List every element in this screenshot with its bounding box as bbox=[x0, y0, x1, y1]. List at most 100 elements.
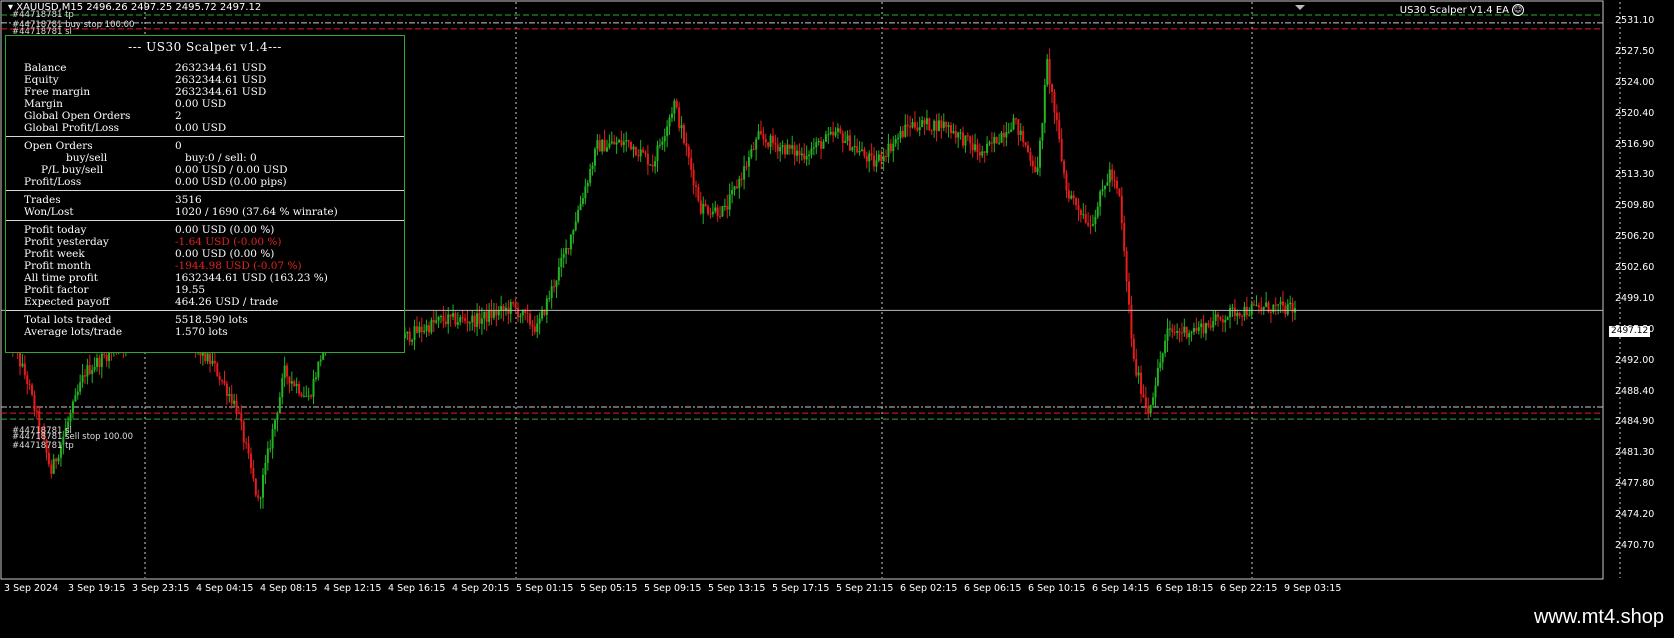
time-axis-label: 5 Sep 09:15 bbox=[644, 583, 702, 594]
order-label-upper-tp[interactable]: #44718781 tp bbox=[12, 10, 74, 20]
candle-body bbox=[1173, 331, 1176, 333]
panel-label: Profit yesterday bbox=[24, 236, 109, 248]
candle-body bbox=[274, 420, 277, 430]
candle-body bbox=[853, 146, 856, 148]
candle-body bbox=[71, 401, 74, 413]
candle-body bbox=[225, 383, 228, 396]
candle-body bbox=[76, 391, 79, 396]
candle-body bbox=[1245, 306, 1248, 316]
candle-body bbox=[755, 139, 758, 150]
candle-body bbox=[723, 205, 726, 207]
candle-body bbox=[841, 132, 844, 143]
candle-body bbox=[844, 140, 847, 143]
price-axis-label: 2520.40 bbox=[1615, 107, 1655, 119]
panel-row: All time profit 1632344.61 USD (163.23 %) bbox=[6, 272, 404, 284]
candle-body bbox=[1017, 119, 1020, 135]
candle-body bbox=[995, 136, 998, 144]
candle-body bbox=[440, 316, 443, 318]
smiley-icon[interactable]: ☺ bbox=[1512, 4, 1524, 16]
candle-body bbox=[579, 203, 582, 211]
panel-row: Total lots traded 5518.590 lots bbox=[6, 314, 404, 326]
panel-value: buy:0 / sell: 0 bbox=[185, 152, 257, 164]
candle-body bbox=[767, 142, 770, 147]
candle-body bbox=[1185, 326, 1188, 338]
candle-body bbox=[454, 313, 457, 325]
candle-body bbox=[1152, 397, 1155, 405]
panel-value: 3516 bbox=[175, 194, 202, 206]
candle-body bbox=[892, 143, 895, 152]
panel-row: buy/sell buy:0 / sell: 0 bbox=[6, 152, 404, 164]
candle-body bbox=[800, 153, 803, 156]
candle-body bbox=[509, 302, 512, 314]
candle-body bbox=[781, 145, 784, 148]
price-axis-label: 2506.20 bbox=[1615, 231, 1655, 243]
watermark-brand: www.mt4.shop bbox=[1533, 606, 1664, 628]
candle-body bbox=[969, 136, 972, 144]
candle-body bbox=[74, 395, 77, 402]
panel-row: Trades 3516 bbox=[6, 194, 404, 206]
candle-body bbox=[1202, 323, 1205, 334]
time-axis-label: 4 Sep 16:15 bbox=[388, 583, 446, 594]
panel-row: Profit yesterday -1.64 USD (-0.00 %) bbox=[6, 236, 404, 248]
candle-body bbox=[93, 366, 96, 370]
candle-body bbox=[1132, 338, 1135, 360]
candle-body bbox=[536, 323, 539, 332]
candle-body bbox=[1154, 385, 1157, 398]
candle-body bbox=[1010, 129, 1013, 132]
time-axis-label: 6 Sep 22:15 bbox=[1220, 583, 1278, 594]
candle-body bbox=[514, 303, 517, 309]
candle-body bbox=[1094, 216, 1097, 225]
candle-body bbox=[695, 185, 698, 188]
panel-row: Profit week 0.00 USD (0.00 %) bbox=[6, 248, 404, 260]
candle-body bbox=[615, 142, 618, 145]
candle-body bbox=[1063, 160, 1066, 174]
panel-value: 2632344.61 USD bbox=[175, 86, 267, 98]
candle-body bbox=[271, 429, 274, 449]
candle-body bbox=[1065, 173, 1068, 191]
candle-body bbox=[278, 397, 281, 414]
candle-body bbox=[642, 149, 645, 153]
panel-value: 2632344.61 USD bbox=[175, 62, 267, 74]
candle-body bbox=[962, 132, 965, 146]
candle-body bbox=[1053, 92, 1056, 113]
candle-body bbox=[1000, 132, 1003, 143]
candle-body bbox=[302, 396, 305, 398]
candle-body bbox=[1178, 331, 1181, 333]
time-axis-label: 6 Sep 06:15 bbox=[964, 583, 1022, 594]
order-label-lower-tp[interactable]: #44718781 tp bbox=[12, 441, 74, 451]
time-axis-label: 6 Sep 14:15 bbox=[1092, 583, 1150, 594]
candle-body bbox=[574, 221, 577, 231]
candle-body bbox=[237, 412, 240, 414]
candle-body bbox=[1123, 223, 1126, 251]
candle-body bbox=[1041, 123, 1044, 141]
time-axis-label: 3 Sep 23:15 bbox=[132, 583, 190, 594]
candle-body bbox=[209, 353, 212, 364]
candle-body bbox=[1233, 307, 1236, 317]
candle-body bbox=[1106, 182, 1109, 186]
candle-body bbox=[543, 310, 546, 316]
candle-body bbox=[875, 160, 878, 167]
candle-body bbox=[317, 361, 320, 378]
candle-body bbox=[822, 141, 825, 149]
candle-body bbox=[1087, 222, 1090, 226]
candle-body bbox=[1067, 190, 1070, 199]
candle-body bbox=[1002, 132, 1005, 138]
candle-body bbox=[437, 316, 440, 321]
candle-body bbox=[627, 140, 630, 142]
candle-body bbox=[906, 124, 909, 127]
candle-body bbox=[836, 128, 839, 132]
candle-body bbox=[216, 363, 219, 377]
candle-body bbox=[526, 313, 529, 315]
panel-row: Profit factor 19.55 bbox=[6, 284, 404, 296]
candle-body bbox=[1072, 195, 1075, 199]
candle-body bbox=[682, 125, 685, 144]
candle-body bbox=[312, 379, 315, 397]
candle-body bbox=[1130, 304, 1133, 339]
ea-label[interactable]: US30 Scalper V1.4 EA ☺ bbox=[1400, 4, 1524, 16]
candle-body bbox=[750, 149, 753, 158]
panel-row: Profit/Loss 0.00 USD (0.00 pips) bbox=[6, 176, 404, 188]
panel-row: P/L buy/sell 0.00 USD / 0.00 USD bbox=[6, 164, 404, 176]
chart-area[interactable]: ▾ XAUUSD,M15 2496.26 2497.25 2495.72 249… bbox=[0, 0, 1674, 594]
candle-body bbox=[1031, 160, 1034, 167]
candle-body bbox=[497, 310, 500, 316]
